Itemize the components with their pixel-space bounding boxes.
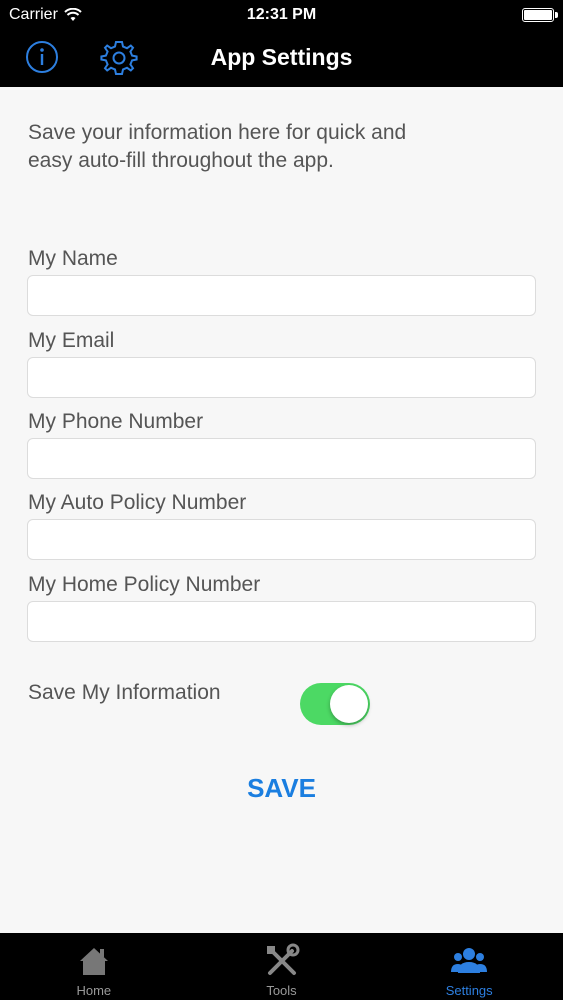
phone-field[interactable] — [27, 438, 536, 479]
email-label: My Email — [28, 329, 115, 352]
page-title: App Settings — [210, 44, 353, 70]
tab-tools[interactable]: Tools — [188, 933, 376, 1000]
name-label: My Name — [28, 247, 118, 270]
navigation-bar: App Settings — [0, 30, 563, 87]
tab-tools-label: Tools — [266, 983, 297, 998]
clock: 12:31 PM — [246, 6, 317, 23]
home-policy-field[interactable] — [27, 601, 536, 642]
save-button[interactable]: SAVE — [0, 773, 563, 804]
tab-settings[interactable]: Settings — [375, 933, 563, 1000]
email-field[interactable] — [27, 357, 536, 398]
battery-icon — [522, 8, 558, 22]
phone-label: My Phone Number — [28, 410, 204, 433]
save-info-label: Save My Information — [28, 681, 221, 704]
tools-icon — [266, 943, 299, 975]
intro-text: Save your information here for quick and… — [28, 121, 407, 172]
tab-bar: Home Tools Settings — [0, 933, 563, 1000]
home-policy-label: My Home Policy Number — [28, 573, 261, 596]
auto-policy-field[interactable] — [27, 519, 536, 560]
tab-home[interactable]: Home — [0, 933, 188, 1000]
save-info-toggle[interactable] — [300, 683, 370, 725]
people-icon — [451, 948, 488, 973]
tab-home-label: Home — [76, 983, 112, 998]
name-field[interactable] — [27, 275, 536, 316]
home-icon — [79, 948, 108, 975]
tab-settings-label: Settings — [445, 983, 493, 998]
auto-policy-label: My Auto Policy Number — [28, 491, 247, 514]
status-bar: Carrier 12:31 PM — [0, 0, 563, 30]
toggle-knob — [330, 685, 368, 723]
